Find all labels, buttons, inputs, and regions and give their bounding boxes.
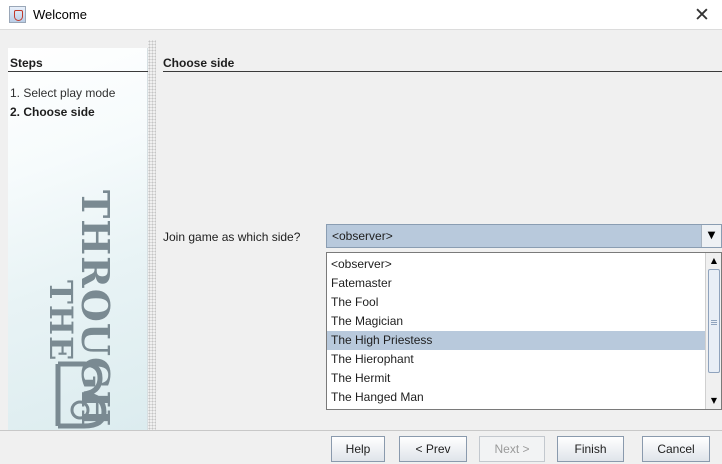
window-title: Welcome bbox=[33, 7, 87, 22]
java-cup-icon bbox=[9, 6, 26, 23]
list-item[interactable]: Fatemaster bbox=[327, 274, 705, 293]
side-dropdown-list[interactable]: <observer> Fatemaster The Fool The Magic… bbox=[326, 252, 722, 410]
page-title: Choose side bbox=[163, 56, 235, 70]
side-combobox-value: <observer> bbox=[332, 229, 393, 243]
scroll-up-icon[interactable]: ▲ bbox=[706, 253, 721, 269]
step-select-play-mode: 1. Select play mode bbox=[10, 86, 116, 100]
list-item[interactable]: The Hanged Man bbox=[327, 388, 705, 407]
button-bar-separator bbox=[0, 430, 722, 431]
next-button[interactable]: Next > bbox=[479, 436, 545, 462]
logo-b-emblem bbox=[55, 361, 107, 429]
steps-title: Steps bbox=[10, 56, 43, 70]
side-combobox[interactable]: <observer> ▼ bbox=[326, 224, 722, 248]
through-the-breach-logo: THROUGH THE bbox=[20, 180, 140, 430]
step-choose-side: 2. Choose side bbox=[10, 105, 95, 119]
list-item[interactable]: The Hierophant bbox=[327, 350, 705, 369]
steps-divider bbox=[8, 71, 148, 72]
split-pane-divider[interactable] bbox=[148, 40, 156, 430]
chevron-down-icon[interactable]: ▼ bbox=[701, 225, 721, 247]
cancel-button[interactable]: Cancel bbox=[642, 436, 710, 462]
prev-button[interactable]: < Prev bbox=[399, 436, 467, 462]
title-bar: Welcome ✕ bbox=[0, 0, 722, 30]
scrollbar-thumb[interactable] bbox=[708, 269, 720, 373]
page-title-divider bbox=[163, 71, 722, 72]
list-item[interactable]: The Magician bbox=[327, 312, 705, 331]
dropdown-scrollbar[interactable]: ▲ ▼ bbox=[705, 253, 721, 409]
list-item[interactable]: The Fool bbox=[327, 293, 705, 312]
help-button[interactable]: Help bbox=[331, 436, 385, 462]
grip-icon bbox=[711, 320, 717, 321]
list-item[interactable]: <observer> bbox=[327, 255, 705, 274]
finish-button[interactable]: Finish bbox=[557, 436, 624, 462]
join-side-label: Join game as which side? bbox=[163, 230, 301, 244]
close-icon[interactable]: ✕ bbox=[682, 0, 722, 30]
list-item[interactable]: The Hermit bbox=[327, 369, 705, 388]
list-item-highlighted[interactable]: The High Priestess bbox=[327, 331, 705, 350]
scroll-down-icon[interactable]: ▼ bbox=[706, 393, 721, 409]
logo-text-the: THE bbox=[42, 280, 80, 362]
